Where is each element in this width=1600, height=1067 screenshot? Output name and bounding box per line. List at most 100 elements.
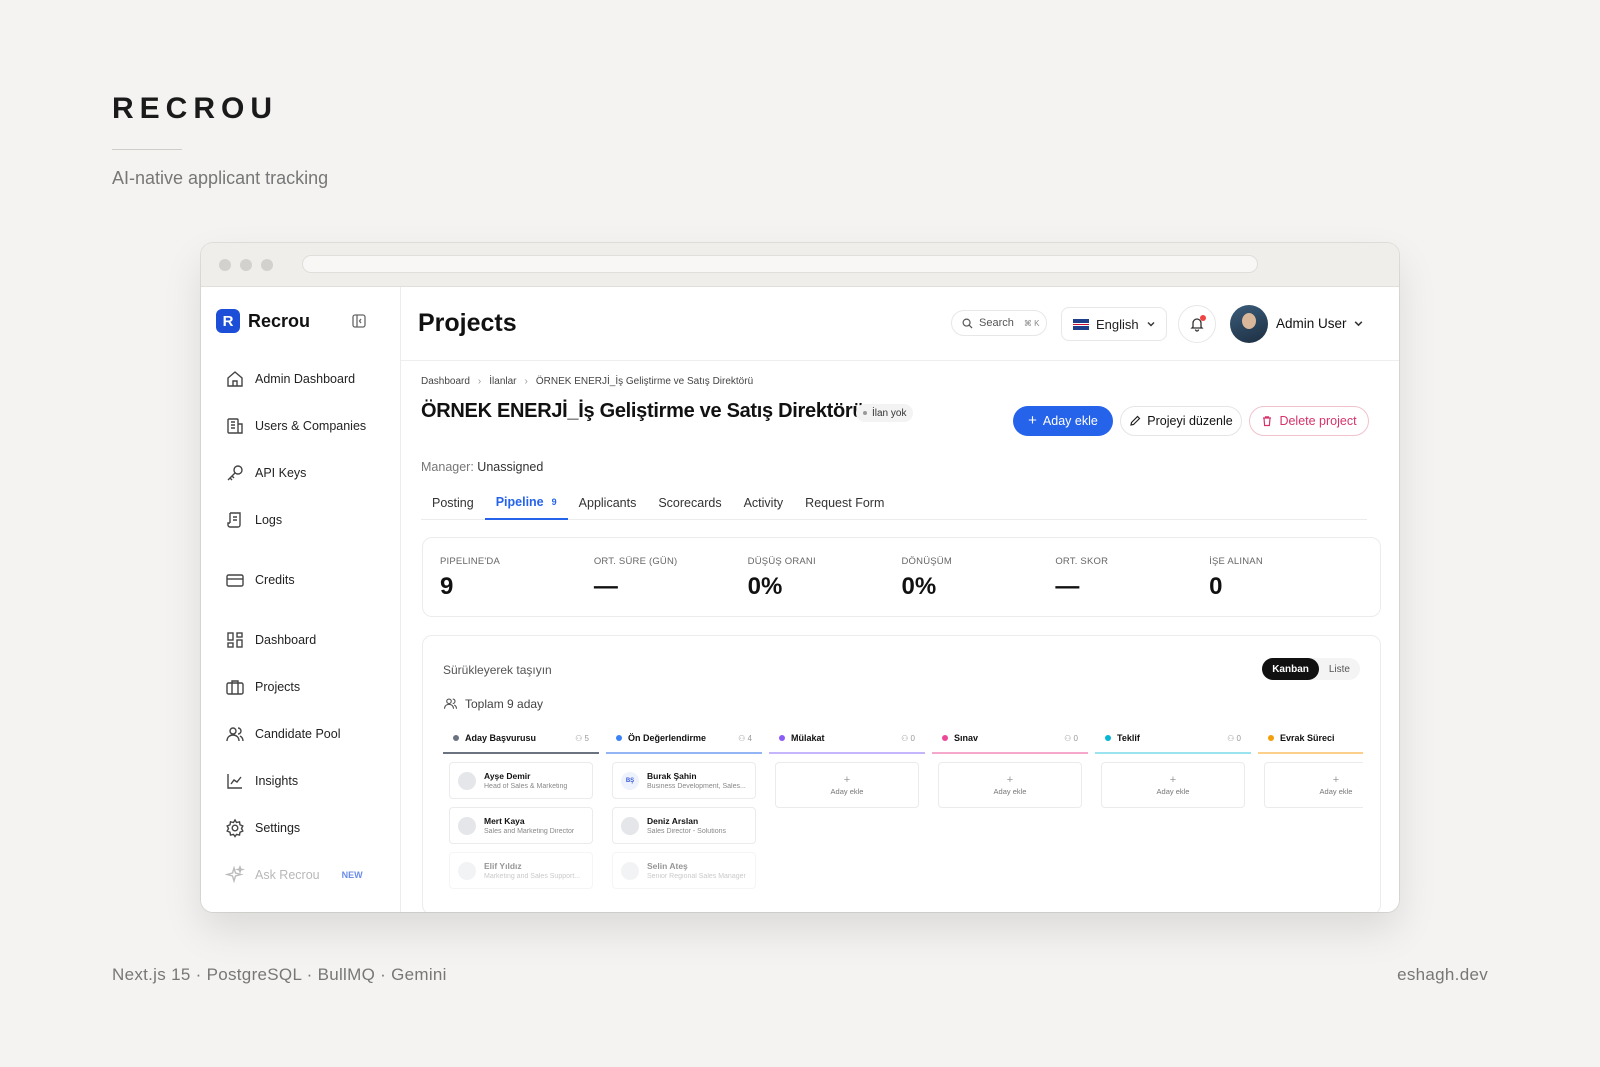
sidebar-item-users-companies[interactable]: Users & Companies xyxy=(225,414,366,438)
candidate-card[interactable]: BŞ Burak Şahin Business Development, Sale… xyxy=(612,762,756,799)
breadcrumb: Dashboard › İlanlar › ÖRNEK ENERJİ_İş Ge… xyxy=(421,376,753,387)
breadcrumb-item[interactable]: Dashboard xyxy=(421,376,470,387)
chevron-right-icon: › xyxy=(477,376,482,387)
manager-value: Unassigned xyxy=(477,460,544,474)
sidebar-item-candidate-pool[interactable]: Candidate Pool xyxy=(225,722,340,746)
column-count: ⚇ 5 xyxy=(575,733,589,743)
window-dot-minimize[interactable] xyxy=(240,259,252,271)
column-count-value: 0 xyxy=(910,733,915,743)
breadcrumb-item[interactable]: İlanlar xyxy=(489,376,516,387)
logo-mark[interactable]: R xyxy=(216,309,240,333)
search-button[interactable]: Search ⌘ K xyxy=(951,310,1047,336)
sidebar-item-label: Users & Companies xyxy=(255,419,367,433)
candidate-name: Selin Ateş xyxy=(647,861,688,871)
brand-divider xyxy=(112,149,182,150)
stat-drop-rate: DÜŞÜŞ ORANI 0% xyxy=(748,538,902,616)
sidebar-collapse-icon[interactable] xyxy=(351,313,367,329)
user-avatar-icon xyxy=(621,861,639,880)
users-icon xyxy=(443,698,458,709)
kanban-board: Sürükleyerek taşıyın Toplam 9 aday Kanba… xyxy=(422,635,1381,912)
status-label: İlan yok xyxy=(872,407,907,419)
edit-project-button[interactable]: Projeyi düzenle xyxy=(1120,406,1242,436)
grid-icon xyxy=(227,632,243,648)
column-header: Sınav ⚇ 0 xyxy=(932,724,1088,752)
candidate-role: Sales Director - Solutions xyxy=(647,828,726,835)
column-dot xyxy=(1268,735,1274,741)
candidate-card[interactable]: Elif Yıldız Marketing and Sales Support..… xyxy=(449,852,593,889)
column-underline xyxy=(606,752,762,754)
brand-subtitle: AI-native applicant tracking xyxy=(112,168,329,188)
stat-value: 9 xyxy=(440,573,454,600)
users-icon xyxy=(226,727,244,742)
tab-label: Posting xyxy=(432,496,474,510)
language-select[interactable]: English xyxy=(1061,307,1167,341)
tab-request-form[interactable]: Request Form xyxy=(794,486,895,520)
add-candidate-button[interactable]: + Aday ekle xyxy=(1013,406,1113,436)
credit-card-icon xyxy=(226,574,244,587)
stat-label: ORT. SKOR xyxy=(1055,556,1109,567)
notifications-button[interactable] xyxy=(1178,305,1216,343)
user-name: Admin User xyxy=(1276,316,1347,331)
sidebar-item-label: Candidate Pool xyxy=(255,727,341,741)
add-candidate-card[interactable]: + Aday ekle xyxy=(775,762,919,808)
add-candidate-card[interactable]: + Aday ekle xyxy=(938,762,1082,808)
view-kanban-button[interactable]: Kanban xyxy=(1262,658,1319,680)
gear-icon xyxy=(226,818,244,838)
delete-project-button[interactable]: Delete project xyxy=(1249,406,1369,436)
sidebar-item-insights[interactable]: Insights xyxy=(225,769,298,793)
column-on-degerlendirme: Ön Değerlendirme ⚇ 4 BŞ Burak Şahin Busin… xyxy=(606,724,762,904)
sidebar-item-settings[interactable]: Settings xyxy=(225,816,300,840)
column-underline xyxy=(1095,752,1251,754)
plus-icon: + xyxy=(1332,773,1340,786)
sidebar-item-logs[interactable]: Logs xyxy=(225,508,282,532)
sidebar-item-api-keys[interactable]: API Keys xyxy=(225,461,306,485)
browser-window: R Recrou Admin Dashboard Users & Compani… xyxy=(201,243,1399,912)
avatar[interactable] xyxy=(1230,305,1268,343)
view-list-button[interactable]: Liste xyxy=(1319,658,1360,680)
sidebar-item-admin-dashboard[interactable]: Admin Dashboard xyxy=(225,367,355,391)
sidebar-item-label: Insights xyxy=(255,774,299,788)
candidate-card[interactable]: Selin Ateş Senior Regional Sales Manager xyxy=(612,852,756,889)
sidebar-item-dashboard[interactable]: Dashboard xyxy=(225,628,316,652)
stat-value: 0% xyxy=(747,573,783,600)
candidate-card[interactable]: Ayşe Demir Head of Sales & Marketing xyxy=(449,762,593,799)
stat-avg-score: ORT. SKOR — xyxy=(1055,538,1209,616)
tech-stack: Next.js 15 · PostgreSQL · BullMQ · Gemin… xyxy=(112,965,447,984)
column-title: Aday Başvurusu xyxy=(465,733,537,743)
user-avatar-icon xyxy=(621,816,639,835)
column-count-value: 0 xyxy=(1073,733,1078,743)
sidebar-item-projects[interactable]: Projects xyxy=(225,675,300,699)
stat-label: İŞE ALINAN xyxy=(1209,556,1263,567)
candidate-card[interactable]: Deniz Arslan Sales Director - Solutions xyxy=(612,807,756,844)
stat-label: DÜŞÜŞ ORANI xyxy=(747,556,816,567)
total-label: Toplam 9 aday xyxy=(465,696,544,711)
column-count-value: 5 xyxy=(584,733,589,743)
tab-applicants[interactable]: Applicants xyxy=(568,486,648,520)
add-candidate-card[interactable]: + Aday ekle xyxy=(1264,762,1363,808)
stat-value: — xyxy=(593,573,618,600)
stat-in-pipeline: PIPELINE'DA 9 xyxy=(440,538,594,616)
tab-posting[interactable]: Posting xyxy=(421,486,485,520)
site-link[interactable]: eshagh.dev xyxy=(1397,965,1488,985)
home-icon xyxy=(227,371,243,387)
column-title: Teklif xyxy=(1117,733,1140,743)
candidate-card[interactable]: Mert Kaya Sales and Marketing Director xyxy=(449,807,593,844)
uk-flag-icon xyxy=(1073,318,1089,330)
candidate-name: Burak Şahin xyxy=(647,771,697,781)
sidebar-item-credits[interactable]: Credits xyxy=(225,568,295,592)
tab-pipeline[interactable]: Pipeline 9 xyxy=(484,486,568,520)
candidate-role: Senior Regional Sales Manager xyxy=(647,873,746,880)
add-candidate-card[interactable]: + Aday ekle xyxy=(1101,762,1245,808)
url-bar[interactable] xyxy=(302,255,1258,273)
user-menu[interactable]: Admin User xyxy=(1276,316,1364,331)
window-dot-close[interactable] xyxy=(219,259,231,271)
stat-label: ORT. SÜRE (GÜN) xyxy=(593,556,678,567)
logo-text[interactable]: Recrou xyxy=(248,311,310,332)
window-dot-maximize[interactable] xyxy=(261,259,273,271)
column-header: Mülakat ⚇ 0 xyxy=(769,724,925,752)
tab-activity[interactable]: Activity xyxy=(733,486,795,520)
column-count: ⚇ 0 xyxy=(901,733,915,743)
column-dot xyxy=(616,735,622,741)
sidebar-item-ask-recrou[interactable]: Ask Recrou NEW xyxy=(225,863,363,887)
tab-scorecards[interactable]: Scorecards xyxy=(647,486,732,520)
